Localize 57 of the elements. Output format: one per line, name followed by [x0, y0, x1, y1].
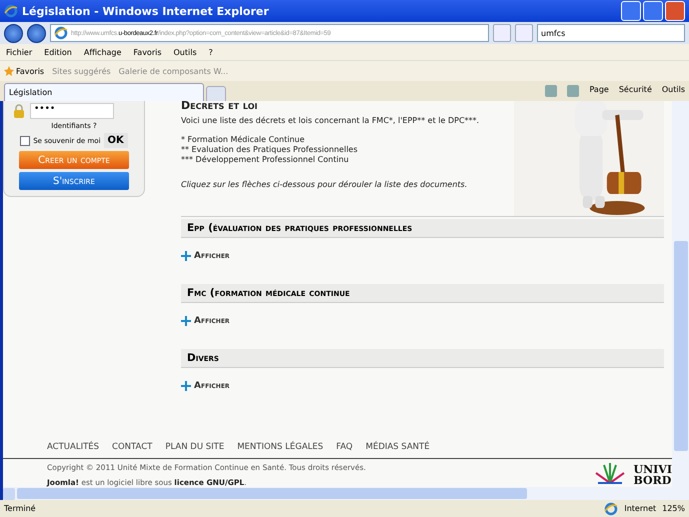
- status-text: Terminé: [4, 504, 37, 513]
- menu-item[interactable]: Favoris: [133, 48, 162, 56]
- show-link[interactable]: Afficher: [194, 381, 230, 391]
- article-title: Decrets et loi: [181, 101, 258, 112]
- lock-icon: [14, 104, 24, 118]
- page-icon: [54, 26, 68, 40]
- hint-text: Cliquez sur les flèches ci-dessous pour dérouler la liste des documents.: [181, 180, 468, 189]
- command-menu[interactable]: Page: [589, 85, 609, 97]
- plus-icon[interactable]: [181, 381, 191, 391]
- globe-icon: [604, 502, 618, 516]
- password-field[interactable]: ••••: [30, 103, 114, 119]
- remember-checkbox[interactable]: [20, 136, 30, 146]
- menu-item[interactable]: Outils: [174, 48, 197, 56]
- account-button[interactable]: S'inscrire: [19, 172, 129, 190]
- plus-icon[interactable]: [181, 251, 191, 261]
- section-header[interactable]: Fmc (formation médicale continue: [181, 284, 664, 303]
- footer-link[interactable]: MÉDIAS SANTÉ: [366, 442, 430, 452]
- plus-icon[interactable]: [181, 316, 191, 326]
- footer-link[interactable]: FAQ: [336, 442, 353, 452]
- logo-text: BORD: [634, 475, 672, 486]
- window-title: Législation - Windows Internet Explorer: [22, 4, 270, 18]
- menu-item[interactable]: ?: [208, 48, 213, 56]
- menu-item[interactable]: Edition: [44, 48, 72, 56]
- maximize-button[interactable]: [643, 1, 663, 21]
- forward-button[interactable]: [27, 24, 46, 42]
- star-icon: [4, 66, 14, 76]
- close-button[interactable]: [665, 1, 685, 21]
- command-menu[interactable]: Outils: [662, 85, 685, 97]
- show-link[interactable]: Afficher: [194, 316, 230, 326]
- stop-button[interactable]: [515, 24, 533, 42]
- favorites-button[interactable]: Favoris: [16, 66, 44, 76]
- footer-link[interactable]: ACTUALITÉS: [47, 442, 100, 452]
- logo-text: UNIVI: [634, 464, 672, 475]
- browser-icon: [4, 4, 18, 18]
- footer-link[interactable]: PLAN DU SITE: [165, 442, 224, 452]
- vertical-scrollbar[interactable]: [672, 101, 689, 487]
- footnote: * Formation Médicale Continue: [181, 135, 306, 144]
- section-header[interactable]: Epp (évaluation des pratiques professionnelles: [181, 219, 664, 238]
- menu-item[interactable]: Fichier: [6, 48, 32, 56]
- intro-text: Voici une liste des décrets et lois concernant la FMC*, l'EPP** et le DPC***.: [181, 116, 480, 125]
- horizontal-scrollbar[interactable]: [0, 487, 689, 500]
- ok-button[interactable]: OK: [104, 133, 128, 148]
- browser-tab[interactable]: Législation: [4, 83, 204, 101]
- show-link[interactable]: Afficher: [194, 251, 230, 261]
- footer-link[interactable]: CONTACT: [112, 442, 152, 452]
- zoom-control[interactable]: 125%: [662, 504, 685, 513]
- zone-text: Internet: [624, 504, 656, 513]
- footnote: *** Développement Professionnel Continu: [181, 155, 350, 164]
- footnote: ** Evaluation des Pratiques Professionnelles: [181, 145, 359, 154]
- refresh-button[interactable]: [493, 24, 511, 42]
- command-menu[interactable]: Sécurité: [618, 85, 652, 97]
- menu-item[interactable]: Affichage: [84, 48, 122, 56]
- minimize-button[interactable]: [621, 1, 641, 21]
- section-header[interactable]: Divers: [181, 349, 664, 368]
- search-field[interactable]: umfcs: [537, 24, 685, 42]
- footer-link[interactable]: MENTIONS LÉGALES: [237, 442, 324, 452]
- back-button[interactable]: [4, 24, 23, 42]
